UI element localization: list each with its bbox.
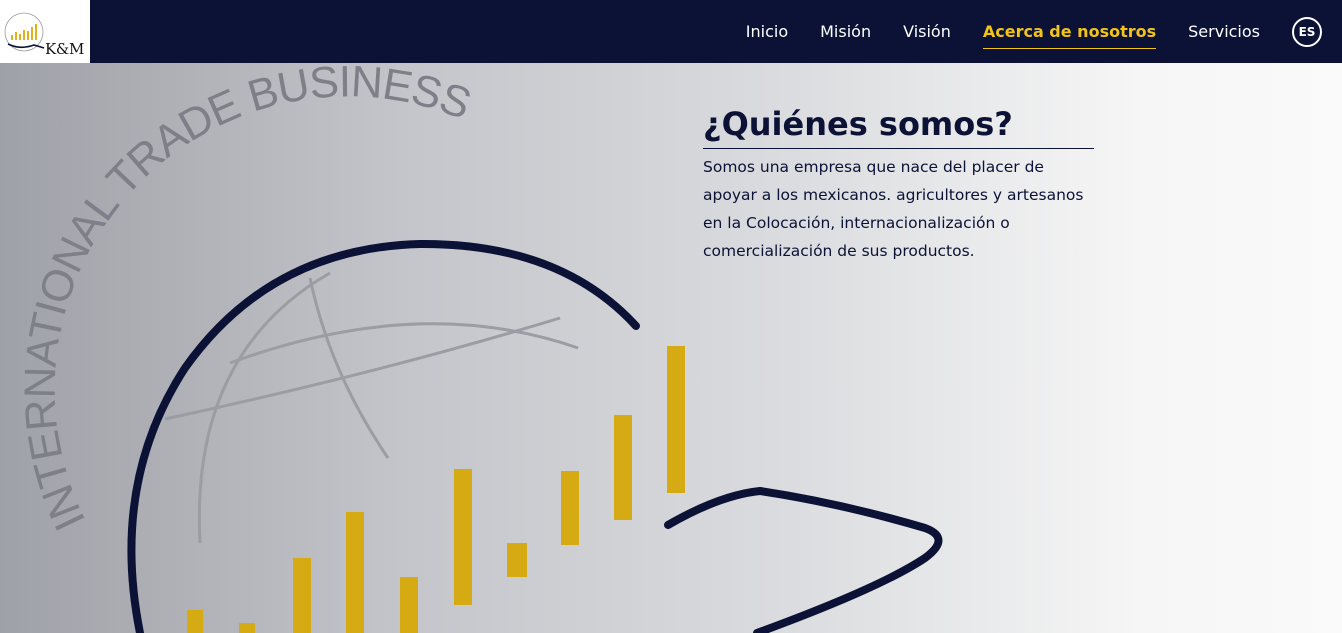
language-selector[interactable]: ES bbox=[1292, 16, 1322, 47]
trade-emblem-image: INTERNATIONAL TRADE BUSINESS bbox=[16, 63, 943, 633]
about-description: Somos una empresa que nace del placer de… bbox=[703, 158, 1084, 261]
globe-lines bbox=[164, 271, 579, 544]
main-nav: Inicio Misión Visión Acerca de nosotros … bbox=[746, 0, 1342, 63]
nav-inicio[interactable]: Inicio bbox=[746, 18, 788, 45]
gold-bars bbox=[187, 346, 685, 633]
top-navbar: K&M Inicio Misión Visión Acerca de nosot… bbox=[0, 0, 1342, 63]
nav-servicios[interactable]: Servicios bbox=[1188, 18, 1260, 45]
nav-acerca-de-nosotros[interactable]: Acerca de nosotros bbox=[982, 18, 1157, 49]
about-title: ¿Quiénes somos? bbox=[703, 106, 1094, 150]
emblem-swoosh bbox=[664, 487, 943, 633]
hero-section: INTERNATIONAL TRADE BUSINESS ¿Quiénes so… bbox=[0, 63, 1342, 633]
about-section: ¿Quiénes somos? Somos una empresa que na… bbox=[703, 106, 1094, 265]
logo-text: K&M bbox=[45, 40, 85, 58]
page: K&M Inicio Misión Visión Acerca de nosot… bbox=[0, 0, 1342, 633]
nav-mision[interactable]: Misión bbox=[820, 18, 871, 45]
nav-vision[interactable]: Visión bbox=[903, 18, 951, 45]
logo-link[interactable]: K&M bbox=[0, 0, 90, 63]
